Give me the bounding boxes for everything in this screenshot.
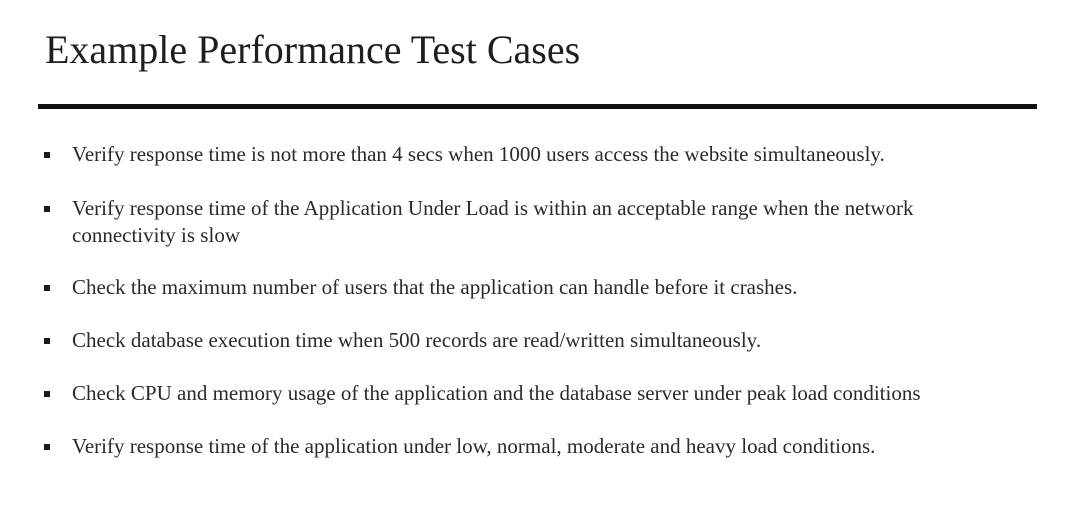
bullet-item: Verify response time is not more than 4 … (40, 141, 1030, 168)
square-bullet-icon (44, 152, 50, 158)
square-bullet-icon (44, 338, 50, 344)
bullet-item: Check the maximum number of users that t… (40, 274, 1030, 301)
bullet-text: Check database execution time when 500 r… (72, 328, 762, 352)
square-bullet-icon (44, 391, 50, 397)
bullet-text: Check CPU and memory usage of the applic… (72, 381, 921, 405)
bullet-text: Verify response time is not more than 4 … (72, 142, 885, 166)
title-divider (38, 104, 1037, 109)
square-bullet-icon (44, 444, 50, 450)
slide: Example Performance Test Cases Verify re… (0, 0, 1090, 524)
bullet-text: Verify response time of the Application … (72, 196, 914, 247)
bullet-item: Verify response time of the application … (40, 433, 1030, 460)
slide-title: Example Performance Test Cases (45, 27, 581, 72)
square-bullet-icon (44, 285, 50, 291)
square-bullet-icon (44, 206, 50, 212)
bullet-item: Verify response time of the Application … (40, 195, 1030, 249)
bullet-item: Check database execution time when 500 r… (40, 327, 1030, 354)
bullet-text: Verify response time of the application … (72, 434, 876, 458)
bullet-item: Check CPU and memory usage of the applic… (40, 380, 1030, 407)
bullet-text: Check the maximum number of users that t… (72, 275, 798, 299)
